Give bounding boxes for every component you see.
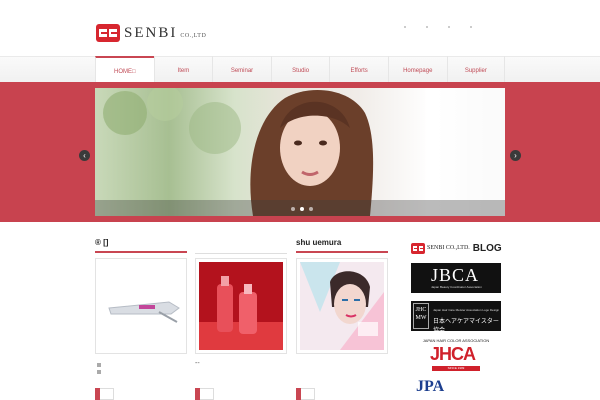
- brand-logo[interactable]: SENBI CO.,LTD: [96, 24, 206, 42]
- jhcm-banner[interactable]: JHC MW Japan Hair Care Meister Associati…: [411, 301, 501, 334]
- column-3-more-outline: [301, 388, 315, 400]
- column-3-underline: [296, 251, 388, 253]
- slider-prev-button[interactable]: ‹: [79, 150, 90, 161]
- column-1-more-outline: [100, 388, 114, 400]
- slider-dot-3[interactable]: [309, 207, 313, 211]
- jbca-banner[interactable]: JBCA Japan Beauty Coordinator Associatio…: [411, 263, 501, 293]
- blog-logo-text: SENBI CO.,LTD.: [427, 245, 470, 251]
- jhca-title: JHCA: [430, 344, 476, 364]
- brand-name: SENBI: [124, 24, 178, 41]
- hero-slide[interactable]: [95, 88, 505, 216]
- jhca-banner[interactable]: JAPAN HAIR COLOR ASSOCIATION JHCA SINCE …: [420, 338, 492, 372]
- shu-uemura-model-image: [300, 262, 384, 350]
- column-1-underline: [95, 251, 187, 253]
- header-link-4[interactable]: [470, 26, 472, 28]
- column-2-caption: --: [195, 360, 200, 367]
- jhcm-japanese-name: 日本ヘアケアマイスター協会: [433, 319, 499, 334]
- column-2-underline: [195, 253, 287, 254]
- jhcm-subtitle: Japan Hair Care Meister Association Logo…: [433, 308, 500, 312]
- jhca-org-name: JAPAN HAIR COLOR ASSOCIATION: [422, 338, 490, 343]
- header-utility-links: [404, 26, 472, 28]
- slider-caption-bar: [95, 200, 505, 216]
- jbca-title: JBCA: [431, 265, 480, 285]
- slider-dot-1[interactable]: [291, 207, 295, 211]
- blog-banner[interactable]: SENBI CO.,LTD. BLOG: [411, 240, 503, 256]
- hero-model-image: [103, 88, 505, 216]
- header-link-2[interactable]: [426, 26, 428, 28]
- column-1-bullet-2: [97, 370, 101, 374]
- jhca-since: SINCE 1999: [447, 366, 465, 370]
- jbca-subtitle: Japan Beauty Coordinator Association: [431, 285, 482, 289]
- blog-logo-mark-icon: [411, 242, 425, 254]
- brand-suffix: CO.,LTD: [180, 33, 207, 39]
- jpa-banner[interactable]: JPA: [416, 378, 444, 396]
- product-bottles-image: [199, 262, 283, 350]
- column-1-bullet-1: [97, 363, 101, 367]
- column-2-more-outline: [200, 388, 214, 400]
- slider-dots: [291, 207, 313, 211]
- column-1-card[interactable]: [95, 258, 187, 354]
- blog-word: BLOG: [472, 242, 502, 254]
- header-link-3[interactable]: [448, 26, 450, 28]
- column-1-title: ® []: [95, 238, 109, 247]
- hair-iron-image: [99, 262, 183, 350]
- header-link-1[interactable]: [404, 26, 406, 28]
- slider-next-button[interactable]: ›: [510, 150, 521, 161]
- logo-mark-icon: [96, 24, 120, 42]
- jhcm-mark: JHC MW: [413, 303, 429, 329]
- column-2-card[interactable]: [195, 258, 287, 354]
- site-header: SENBI CO.,LTD: [0, 0, 600, 56]
- column-3-title: shu uemura: [296, 238, 342, 247]
- column-3-card[interactable]: [296, 258, 388, 354]
- slider-dot-2[interactable]: [300, 207, 304, 211]
